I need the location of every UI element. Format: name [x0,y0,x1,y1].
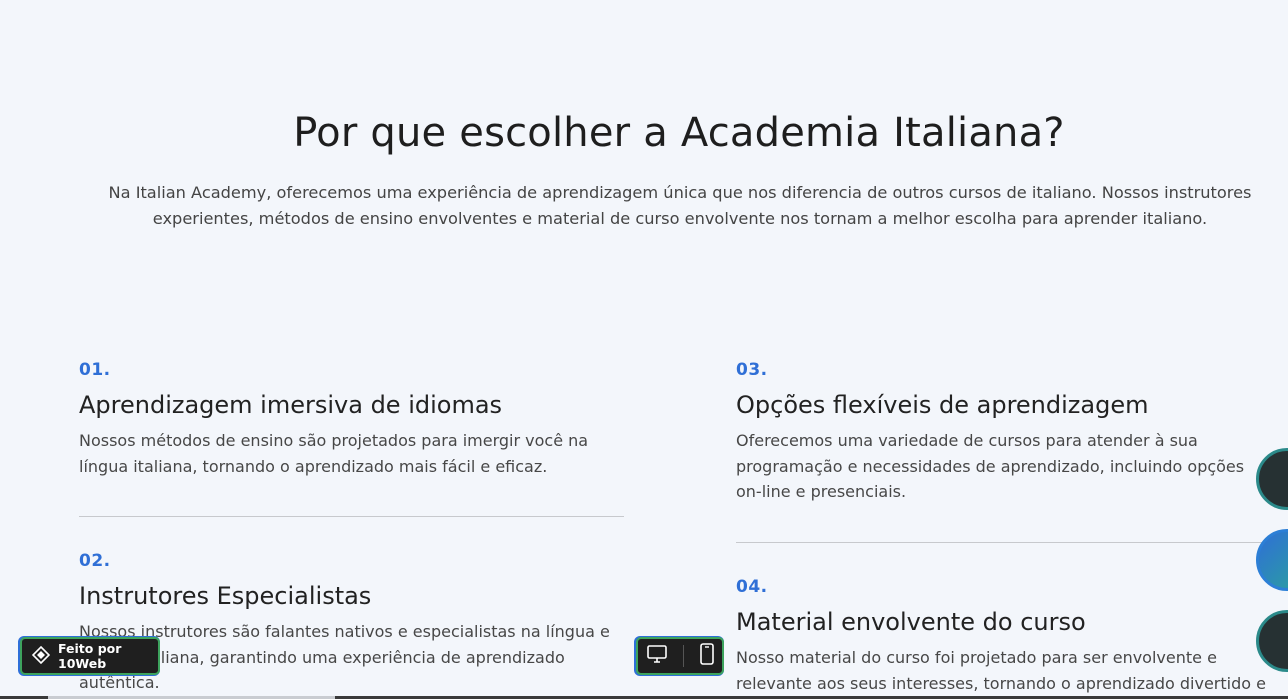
mobile-icon[interactable] [699,643,715,669]
badge-label: Feito por 10Web [58,641,122,671]
feature-number: 01. [79,360,111,380]
feature-description: Nosso material do curso foi projetado pa… [736,648,1266,693]
feature-title: Opções flexíveis de aprendizagem [736,391,1149,419]
feature-divider [79,516,624,517]
feature-description: Nossos instrutores são falantes nativos … [79,622,610,692]
feature-number: 02. [79,551,111,571]
section-title: Por que escolher a Academia Italiana? [293,110,1065,156]
feature-item: 02. Instrutores Especialistas Nossos ins… [79,551,624,696]
device-preview-toggle [636,637,724,675]
feature-divider [736,542,1288,543]
feature-number: 04. [736,577,768,597]
feature-item: 01. Aprendizagem imersiva de idiomas Nos… [79,360,624,479]
desktop-icon[interactable] [646,644,668,668]
feature-item: 03. Opções flexíveis de aprendizagem Ofe… [736,360,1266,505]
feature-item: 04. Material envolvente do curso Nosso m… [736,577,1266,696]
toggle-separator [682,645,684,667]
feature-description: Nossos métodos de ensino são projetados … [79,431,589,476]
made-by-10web-badge[interactable]: Feito por 10Web [20,637,160,675]
feature-title: Material envolvente do curso [736,608,1086,636]
section-intro: Na Italian Academy, oferecemos uma exper… [108,183,1252,228]
10web-logo-icon [31,645,51,667]
feature-title: Aprendizagem imersiva de idiomas [79,391,503,419]
feature-title: Instrutores Especialistas [79,582,372,610]
feature-number: 03. [736,360,768,380]
feature-description: Oferecemos uma variedade de cursos para … [736,431,1245,501]
